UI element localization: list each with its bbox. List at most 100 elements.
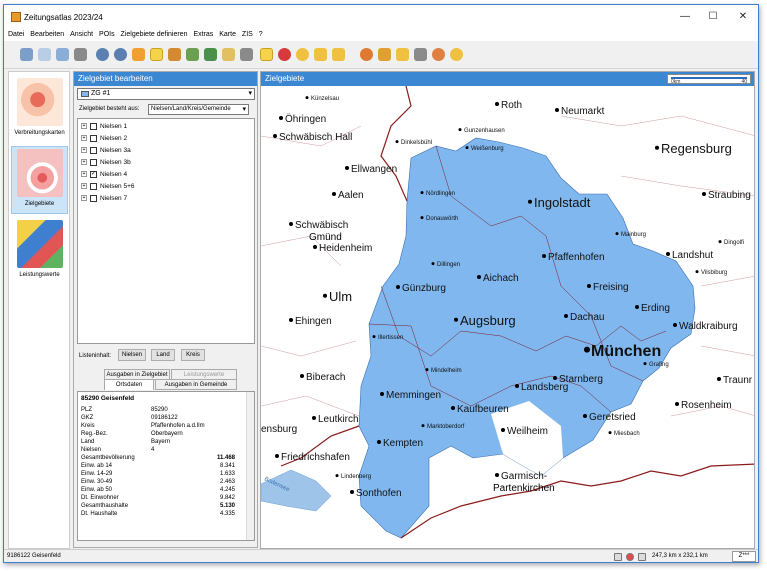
pan-hand-icon[interactable]	[132, 48, 145, 61]
city-dot[interactable]	[583, 414, 587, 418]
target-copy-icon[interactable]	[396, 48, 409, 61]
city-dot[interactable]	[420, 216, 424, 220]
tools-icon[interactable]	[74, 48, 87, 61]
city-dot[interactable]	[454, 317, 458, 322]
poi-edit-icon[interactable]	[296, 48, 309, 61]
expand-icon[interactable]: +	[81, 123, 87, 130]
zoom-out-icon[interactable]	[114, 48, 127, 61]
city-dot[interactable]	[615, 232, 619, 236]
map-view[interactable]: Zielgebiete 0km 40 Künzelsau Öhringen Schw…	[260, 71, 755, 549]
checkbox[interactable]	[90, 146, 97, 154]
print-icon[interactable]	[20, 48, 33, 61]
sidebar-item-verbreitungskarten[interactable]: Verbreitungskarten	[11, 76, 68, 144]
maximize-button[interactable]: ☐	[700, 9, 726, 25]
land-button[interactable]: Land	[151, 349, 175, 361]
city-dot[interactable]	[458, 128, 462, 132]
checkbox-checked[interactable]: ✓	[90, 170, 97, 178]
city-dot[interactable]	[702, 192, 706, 196]
menu-datei[interactable]: Datei	[8, 29, 24, 41]
city-dot[interactable]	[553, 376, 557, 380]
menu-zis[interactable]: ZIS	[242, 29, 253, 41]
tree-item[interactable]: + ✓ Nielsen 4	[81, 170, 127, 180]
expand-icon[interactable]: +	[81, 135, 87, 142]
tree-item[interactable]: + Nielsen 7	[81, 194, 127, 204]
kreis-button[interactable]: Kreis	[181, 349, 205, 361]
target-icon[interactable]	[360, 48, 373, 61]
grid-icon[interactable]	[614, 553, 622, 561]
tab-ortsdaten[interactable]: Ortsdaten	[104, 379, 154, 390]
checkbox[interactable]	[90, 158, 97, 166]
city-dot[interactable]	[300, 374, 304, 378]
target-tools-icon[interactable]	[414, 48, 427, 61]
tree-item[interactable]: + Nielsen 2	[81, 134, 127, 144]
nielsen-button[interactable]: Nielsen	[118, 349, 146, 361]
city-dot[interactable]	[372, 335, 376, 339]
city-dot[interactable]	[345, 166, 349, 170]
city-dot[interactable]	[584, 346, 590, 353]
city-dot[interactable]	[675, 402, 679, 406]
record-icon[interactable]	[626, 553, 634, 561]
composition-select[interactable]: Nielsen/Land/Kreis/Gemeinde ▾	[148, 104, 249, 115]
tree-icon[interactable]	[204, 48, 217, 61]
city-dot[interactable]	[655, 145, 659, 150]
city-dot[interactable]	[275, 454, 279, 458]
city-dot[interactable]	[396, 285, 400, 289]
city-dot[interactable]	[425, 368, 429, 372]
expand-icon[interactable]: +	[81, 171, 87, 178]
city-dot[interactable]	[377, 440, 381, 444]
checkbox[interactable]	[90, 134, 97, 142]
menu-extras[interactable]: Extras	[193, 29, 213, 41]
poi-add-icon[interactable]	[278, 48, 291, 61]
checkbox[interactable]	[90, 122, 97, 130]
tree-item[interactable]: + Nielsen 3b	[81, 158, 131, 168]
close-button[interactable]: ✕	[730, 9, 756, 25]
city-dot[interactable]	[431, 262, 435, 266]
city-dot[interactable]	[350, 490, 354, 494]
expand-icon[interactable]: +	[81, 183, 87, 190]
menu-pois[interactable]: POIs	[99, 29, 115, 41]
menu-ansicht[interactable]: Ansicht	[70, 29, 93, 41]
city-dot[interactable]	[395, 140, 399, 144]
city-dot[interactable]	[495, 473, 499, 477]
target-edit-icon[interactable]	[378, 48, 391, 61]
city-dot[interactable]	[451, 406, 455, 410]
measure-icon[interactable]	[240, 48, 253, 61]
expand-icon[interactable]: +	[81, 195, 87, 202]
sidebar-item-zielgebiete[interactable]: Zielgebiete	[11, 146, 68, 214]
checkbox[interactable]	[90, 182, 97, 190]
city-dot[interactable]	[273, 134, 277, 138]
city-dot[interactable]	[564, 314, 568, 318]
city-dot[interactable]	[528, 199, 532, 204]
city-dot[interactable]	[289, 222, 293, 226]
tree-item[interactable]: + Nielsen 1	[81, 122, 127, 132]
tab-ausgaben-gemeinde[interactable]: Ausgaben in Gemeinde	[155, 379, 237, 390]
export-icon[interactable]	[56, 48, 69, 61]
tree-item[interactable]: + Nielsen 3a	[81, 146, 131, 156]
zoom-area-icon[interactable]	[168, 48, 181, 61]
city-dot[interactable]	[555, 108, 559, 112]
city-dot[interactable]	[717, 377, 721, 381]
city-dot[interactable]	[501, 428, 505, 432]
city-dot[interactable]	[673, 323, 677, 327]
menu-karte[interactable]: Karte	[219, 29, 236, 41]
city-dot[interactable]	[335, 474, 339, 478]
city-dot[interactable]	[643, 362, 647, 366]
city-dot[interactable]	[495, 102, 499, 106]
copy-icon[interactable]	[38, 48, 51, 61]
city-dot[interactable]	[420, 191, 424, 195]
find-icon[interactable]	[186, 48, 199, 61]
city-dot[interactable]	[421, 424, 425, 428]
target-info-icon[interactable]	[450, 48, 463, 61]
minimize-button[interactable]: —	[672, 9, 698, 25]
city-dot[interactable]	[542, 254, 546, 258]
city-dot[interactable]	[323, 293, 327, 298]
city-dot[interactable]	[289, 318, 293, 322]
poi-delete-icon[interactable]	[314, 48, 327, 61]
city-dot[interactable]	[312, 416, 316, 420]
map-canvas[interactable]: Künzelsau Öhringen Schwäbisch Hall Roth Neum…	[261, 86, 755, 549]
city-dot[interactable]	[635, 305, 639, 309]
city-dot[interactable]	[465, 146, 469, 150]
city-dot[interactable]	[477, 275, 481, 279]
sidebar-item-leistungswerte[interactable]: Leistungswerte	[11, 218, 68, 286]
checkbox[interactable]	[90, 194, 97, 202]
